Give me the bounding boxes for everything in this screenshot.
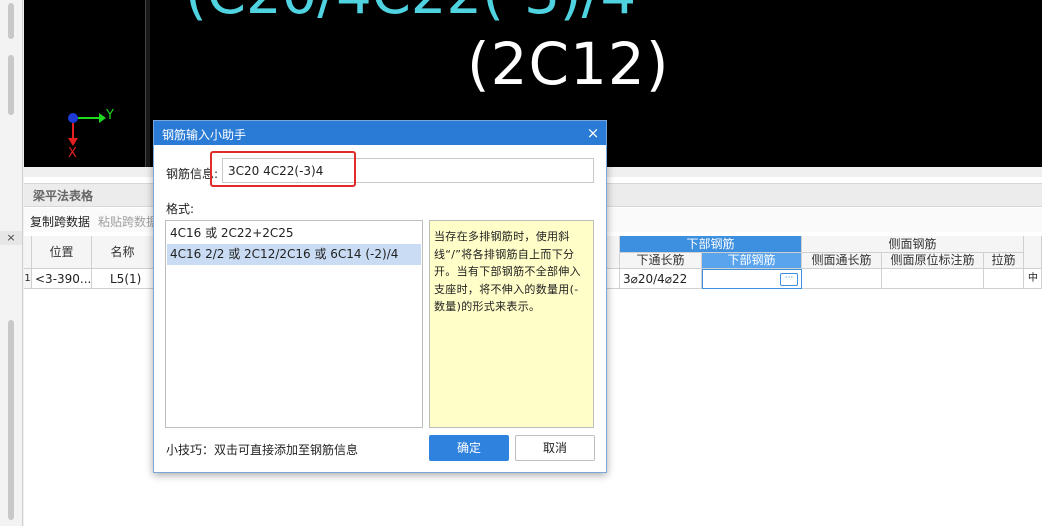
ok-button[interactable]: 确定 — [429, 435, 509, 461]
cad-annotation-main: (2C12) — [467, 30, 670, 98]
dialog-title: 钢筋输入小助手 — [162, 128, 247, 142]
cell-tie[interactable] — [984, 269, 1024, 289]
format-list-item[interactable]: 4C16 或 2C22+2C25 — [167, 223, 421, 244]
col-header-tie[interactable]: 拉筋 — [984, 253, 1024, 269]
cell-bottom-rebar[interactable]: ··· — [702, 269, 802, 289]
format-list[interactable]: 4C16 或 2C22+2C25 4C16 2/2 或 2C12/2C16 或 … — [165, 220, 423, 428]
axis-x-label: X — [68, 146, 77, 161]
col-header-side-through[interactable]: 侧面通长筋 — [802, 253, 882, 269]
format-list-item-selected[interactable]: 4C16 2/2 或 2C12/2C16 或 6C14 (-2)/4 — [167, 244, 421, 265]
scrollbar-thumb[interactable] — [8, 320, 14, 520]
cell-side-through[interactable] — [802, 269, 882, 289]
col-header-bottom-rebar[interactable]: 下部钢筋 — [702, 253, 802, 269]
close-icon[interactable]: × — [584, 123, 602, 143]
left-side-strip — [0, 0, 23, 526]
col-header-more — [1024, 236, 1042, 269]
ellipsis-button[interactable]: ··· — [780, 273, 798, 286]
col-header-position[interactable]: 位置 — [32, 236, 92, 269]
row-index[interactable]: 1 — [24, 269, 32, 289]
row-header-corner — [24, 236, 32, 269]
cell-edge[interactable]: 中 — [1024, 269, 1042, 289]
format-label: 格式: — [166, 202, 195, 216]
hint-text: 当存在多排钢筋时，使用斜线“/”将各排钢筋自上而下分开。当有下部钢筋不全部伸入支… — [429, 220, 594, 428]
scrollbar-thumb[interactable] — [8, 3, 14, 39]
cad-annotation-top: (C20/4C22(-3)/4 — [185, 0, 636, 27]
cell-side-original[interactable] — [882, 269, 984, 289]
axis-indicator — [68, 113, 106, 146]
cell-position[interactable]: <3-390... — [32, 269, 92, 289]
col-header-bottom-through[interactable]: 下通长筋 — [620, 253, 702, 269]
copy-span-button[interactable]: 复制跨数据 — [30, 213, 90, 230]
paste-span-button[interactable]: 粘贴跨数据 — [98, 213, 158, 230]
scrollbar-thumb[interactable] — [8, 55, 14, 115]
col-header-side-original[interactable]: 侧面原位标注筋 — [882, 253, 984, 269]
highlight-annotation — [210, 151, 356, 187]
cell-name[interactable]: L5(1) — [92, 269, 154, 289]
axis-y-label: Y — [106, 108, 114, 123]
panel-title: 梁平法表格 — [33, 189, 94, 203]
cancel-button[interactable]: 取消 — [515, 435, 595, 461]
cad-viewport-left[interactable]: Y X — [24, 0, 145, 167]
panel-close-icon[interactable]: × — [0, 231, 22, 245]
col-group-bottom-rebar: 下部钢筋 — [620, 236, 802, 253]
col-header-name[interactable]: 名称 — [92, 236, 154, 269]
col-group-side-rebar: 侧面钢筋 — [802, 236, 1024, 253]
tip-text: 小技巧：双击可直接添加至钢筋信息 — [166, 443, 359, 457]
cell-bottom-through[interactable]: 3⌀20/4⌀22 — [620, 269, 702, 289]
